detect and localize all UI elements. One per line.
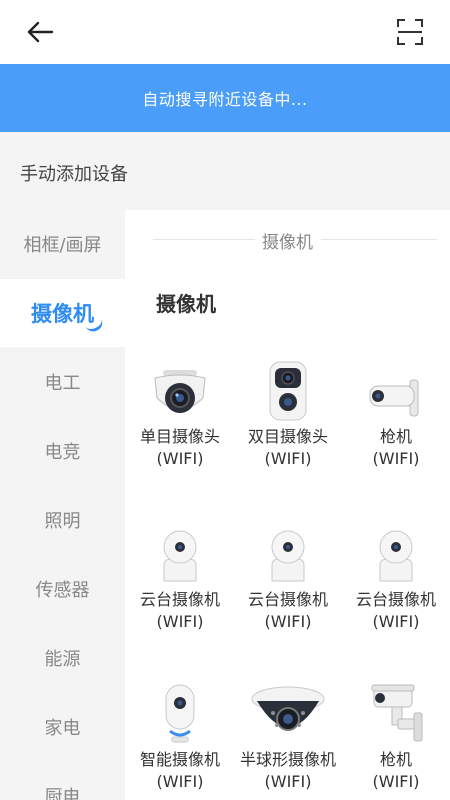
- sidebar-item-label: 摄像机: [31, 302, 94, 326]
- scan-icon: [397, 19, 423, 45]
- device-connection: (WIFI): [156, 772, 204, 791]
- device-name: 云台摄像机: [247, 590, 328, 609]
- banner-text: 自动搜寻附近设备中...: [142, 90, 308, 109]
- top-bar: [0, 0, 450, 64]
- device-name: 智能摄像机: [139, 750, 220, 769]
- dual-lens-camera-icon: [269, 361, 307, 421]
- device-connection: (WIFI): [372, 772, 420, 791]
- device-card[interactable]: 单目摄像头 (WIFI): [126, 342, 234, 470]
- sidebar-item-electrician[interactable]: 电工: [0, 348, 125, 416]
- device-connection: (WIFI): [372, 612, 420, 631]
- device-name: 云台摄像机: [355, 590, 436, 609]
- sidebar-item-label: 电竞: [44, 442, 81, 463]
- device-name: 枪机: [379, 427, 412, 446]
- dome-camera-icon: [154, 370, 206, 413]
- device-name: 云台摄像机: [139, 590, 220, 609]
- sidebar-item-lighting[interactable]: 照明: [0, 486, 125, 554]
- device-connection: (WIFI): [156, 612, 204, 631]
- category-divider: 摄像机: [125, 228, 450, 253]
- device-connection: (WIFI): [264, 772, 312, 791]
- back-arrow-icon: [27, 21, 54, 43]
- device-name: 半球形摄像机: [239, 750, 336, 769]
- device-card[interactable]: 半球形摄像机 (WIFI): [234, 665, 342, 793]
- device-name: 双目摄像头: [247, 427, 328, 446]
- device-card[interactable]: 双目摄像头 (WIFI): [234, 342, 342, 470]
- bullet-camera-icon: [369, 379, 419, 417]
- sidebar-item-sensor[interactable]: 传感器: [0, 555, 125, 623]
- ptz-camera-icon: [271, 530, 305, 582]
- scan-button[interactable]: [392, 14, 428, 50]
- device-card[interactable]: 智能摄像机 (WIFI): [126, 665, 234, 793]
- device-connection: (WIFI): [372, 449, 420, 468]
- ptz-camera-icon: [379, 530, 413, 582]
- auto-search-banner: 自动搜寻附近设备中...: [0, 64, 450, 132]
- outdoor-bullet-camera-icon: [371, 684, 423, 742]
- sidebar-item-esports[interactable]: 电竞: [0, 417, 125, 485]
- divider-title: 摄像机: [262, 233, 313, 253]
- sidebar-item-label: 电工: [44, 373, 81, 394]
- smart-camera-icon: [165, 684, 195, 743]
- sidebar-item-appliance[interactable]: 家电: [0, 693, 125, 761]
- device-card[interactable]: 云台摄像机 (WIFI): [234, 505, 342, 633]
- device-connection: (WIFI): [156, 449, 204, 468]
- device-card[interactable]: 云台摄像机 (WIFI): [126, 505, 234, 633]
- manual-add-label: 手动添加设备: [20, 164, 128, 185]
- category-sidebar: 相框/画屏 摄像机 电工 电竞 照明 传感器 能源 家电 厨电: [0, 210, 125, 800]
- device-name: 枪机: [379, 750, 412, 769]
- sidebar-item-label: 相框/画屏: [23, 235, 102, 256]
- device-card[interactable]: 枪机 (WIFI): [342, 342, 450, 470]
- sidebar-item-frame[interactable]: 相框/画屏: [0, 210, 125, 278]
- sidebar-item-label: 能源: [44, 649, 81, 670]
- section-title: 摄像机: [156, 292, 216, 316]
- device-connection: (WIFI): [264, 449, 312, 468]
- device-connection: (WIFI): [264, 612, 312, 631]
- sidebar-item-label: 家电: [44, 718, 81, 739]
- device-card[interactable]: 云台摄像机 (WIFI): [342, 505, 450, 633]
- sidebar-item-camera[interactable]: 摄像机: [0, 279, 125, 347]
- hemisphere-camera-icon: [251, 686, 325, 731]
- manual-add-row[interactable]: 手动添加设备: [0, 132, 450, 210]
- back-button[interactable]: [22, 16, 58, 48]
- sidebar-item-label: 传感器: [35, 580, 90, 601]
- device-card[interactable]: 枪机 (WIFI): [342, 665, 450, 793]
- device-name: 单目摄像头: [139, 427, 220, 446]
- sidebar-item-energy[interactable]: 能源: [0, 624, 125, 692]
- sidebar-item-kitchen[interactable]: 厨电: [0, 762, 125, 800]
- ptz-camera-icon: [163, 530, 197, 582]
- sidebar-item-label: 厨电: [44, 787, 81, 800]
- sidebar-item-label: 照明: [44, 511, 81, 532]
- device-content: 摄像机 摄像机 单目摄像头 (WIFI) 双目摄像头 (WIFI) 枪机 (WI…: [125, 210, 450, 800]
